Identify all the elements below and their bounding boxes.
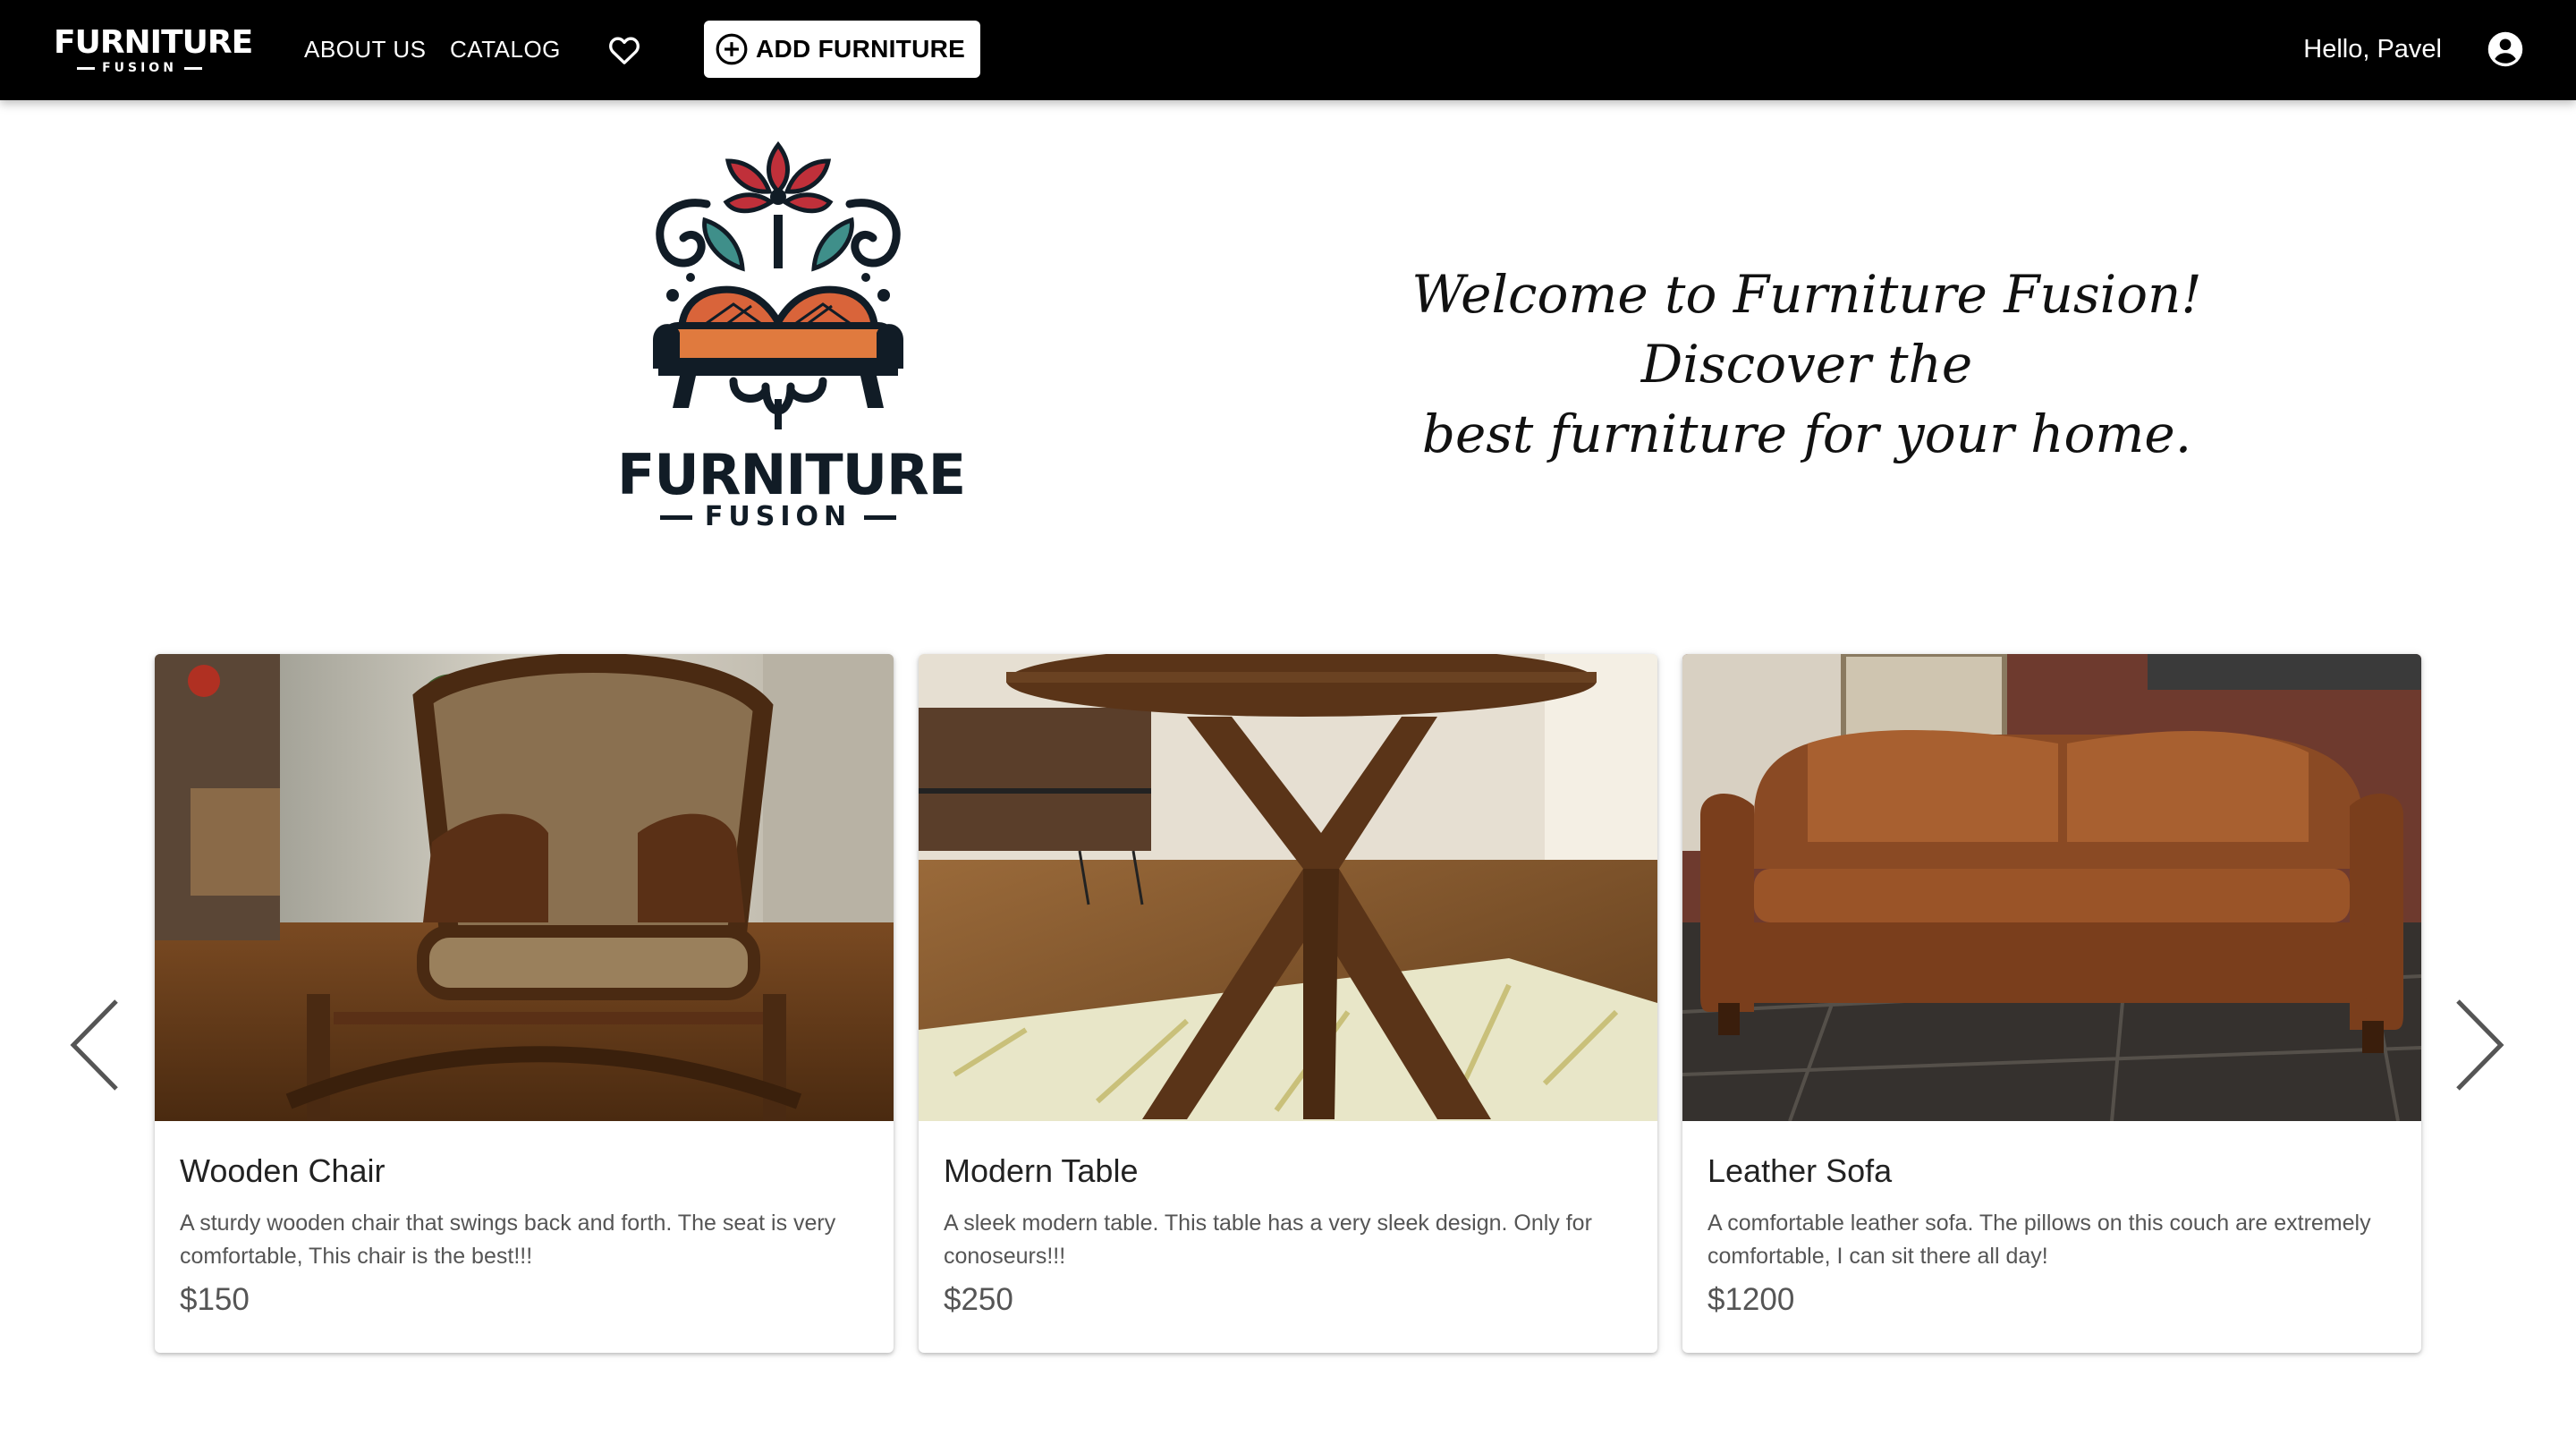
account-circle-icon[interactable] (2487, 30, 2524, 68)
sofa-ornament-emblem (653, 140, 903, 429)
product-price: $250 (944, 1282, 1013, 1317)
top-navbar: FURNITURE FUSION ABOUT US CATALOG ADD FU… (0, 0, 2576, 100)
welcome-line-1: Welcome to Furniture Fusion! Discover th… (1411, 264, 2202, 395)
logo-subtitle: FUSION (617, 501, 939, 533)
nav-link-catalog[interactable]: CATALOG (450, 34, 561, 64)
hero-logo: FURNITURE FUSION (617, 134, 966, 537)
product-description: A sturdy wooden chair that swings back a… (180, 1211, 836, 1269)
product-title: Leather Sofa (1707, 1152, 1893, 1189)
brand-title: FURNITURE (54, 24, 253, 61)
plus-circle-icon (704, 32, 749, 66)
add-furniture-label: ADD FURNITURE (756, 35, 966, 63)
product-image-modern-table (919, 654, 1657, 1121)
product-price: $1200 (1707, 1282, 1795, 1317)
product-card-wooden-chair[interactable]: Wooden Chair A sturdy wooden chair that … (155, 654, 894, 1353)
product-description: A sleek modern table. This table has a v… (944, 1211, 1592, 1269)
welcome-line-2: best furniture for your home. (1421, 404, 2192, 464)
nav-link-about-us[interactable]: ABOUT US (304, 34, 426, 64)
product-title: Wooden Chair (180, 1152, 386, 1189)
product-image-leather-sofa (1682, 654, 2421, 1121)
product-card-modern-table[interactable]: Modern Table A sleek modern table. This … (919, 654, 1657, 1353)
brand-logo[interactable]: FURNITURE FUSION (54, 24, 253, 76)
user-greeting: Hello, Pavel (2303, 35, 2442, 64)
product-image-wooden-chair (155, 654, 894, 1121)
product-price: $150 (180, 1282, 250, 1317)
logo-title: FURNITURE (617, 442, 966, 507)
product-card-leather-sofa[interactable]: Leather Sofa A comfortable leather sofa.… (1682, 654, 2421, 1353)
brand-subtitle: FUSION (54, 61, 225, 75)
add-furniture-button[interactable]: ADD FURNITURE (704, 21, 980, 78)
chevron-left-icon[interactable] (68, 996, 122, 1094)
heart-icon[interactable] (606, 32, 642, 68)
welcome-message: Welcome to Furniture Fusion! Discover th… (1324, 259, 2290, 469)
product-description: A comfortable leather sofa. The pillows … (1707, 1211, 2371, 1269)
chevron-right-icon[interactable] (2453, 996, 2506, 1094)
product-title: Modern Table (944, 1152, 1139, 1189)
